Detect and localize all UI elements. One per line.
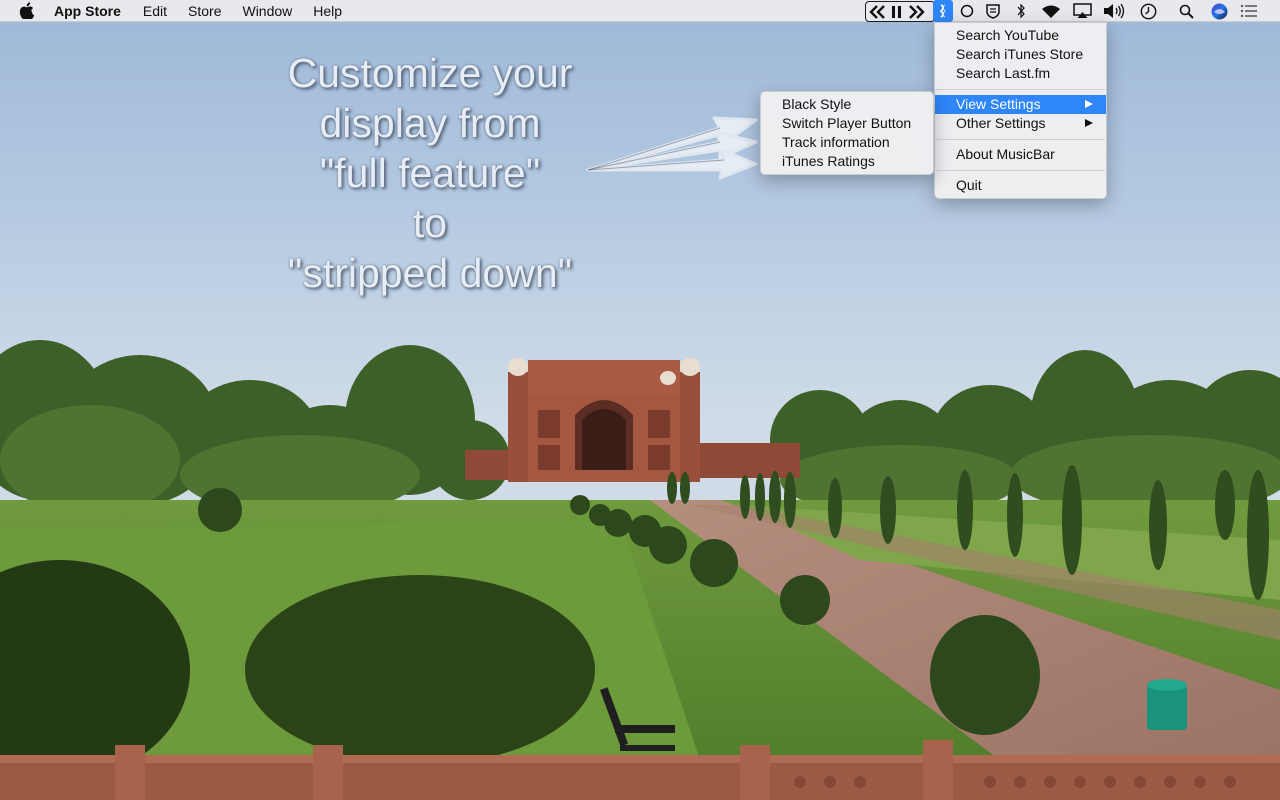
submenu-item-black-style[interactable]: Black Style xyxy=(761,95,933,114)
callout-line: display from xyxy=(319,100,541,146)
menu-item-quit[interactable]: Quit xyxy=(935,176,1106,195)
shield-icon[interactable] xyxy=(983,0,1003,22)
menu-item-search-lastfm[interactable]: Search Last.fm xyxy=(935,64,1106,83)
menu-window[interactable]: Window xyxy=(242,3,292,19)
menu-app-store[interactable]: App Store xyxy=(54,3,121,19)
callout-arrows-icon xyxy=(586,116,758,180)
spotlight-icon[interactable] xyxy=(1176,0,1196,22)
circle-icon[interactable] xyxy=(958,0,976,22)
menu-item-label: View Settings xyxy=(956,96,1041,112)
menu-item-view-settings[interactable]: View Settings xyxy=(935,95,1106,114)
volume-icon[interactable] xyxy=(1101,0,1127,22)
bluetooth-icon[interactable] xyxy=(1012,0,1030,22)
callout-line: Customize your xyxy=(287,50,573,96)
menu-item-other-settings[interactable]: Other Settings xyxy=(935,114,1106,133)
feature-callout: Customize your display from "full featur… xyxy=(270,48,590,298)
menu-item-search-itunes-store[interactable]: Search iTunes Store xyxy=(935,45,1106,64)
player-controls xyxy=(865,1,935,22)
callout-line: "stripped down" xyxy=(287,250,573,296)
wifi-icon[interactable] xyxy=(1039,0,1063,22)
callout-line: to xyxy=(412,200,448,246)
next-icon[interactable] xyxy=(907,2,925,22)
menu-item-about-musicbar[interactable]: About MusicBar xyxy=(935,145,1106,164)
menu-bar: App Store Edit Store Window Help xyxy=(0,0,1280,22)
view-settings-submenu: Black Style Switch Player Button Track i… xyxy=(760,91,934,175)
siri-icon[interactable] xyxy=(1208,0,1230,22)
menu-edit[interactable]: Edit xyxy=(143,3,167,19)
menu-store[interactable]: Store xyxy=(188,3,221,19)
submenu-arrow-icon xyxy=(1085,100,1093,108)
menu-separator xyxy=(936,170,1105,171)
musicbar-menu: Search YouTube Search iTunes Store Searc… xyxy=(934,22,1107,199)
pause-icon[interactable] xyxy=(891,2,903,22)
menu-item-search-youtube[interactable]: Search YouTube xyxy=(935,26,1106,45)
submenu-item-track-information[interactable]: Track information xyxy=(761,133,933,152)
menu-item-label: Other Settings xyxy=(956,115,1046,131)
clock-icon[interactable] xyxy=(1137,0,1159,22)
submenu-item-itunes-ratings[interactable]: iTunes Ratings xyxy=(761,152,933,171)
menu-separator xyxy=(936,139,1105,140)
apple-menu-icon[interactable] xyxy=(19,2,37,20)
musicbar-icon[interactable] xyxy=(933,0,953,22)
airplay-icon[interactable] xyxy=(1071,0,1093,22)
menu-separator xyxy=(936,89,1105,90)
callout-line: "full feature" xyxy=(319,150,541,196)
previous-icon[interactable] xyxy=(869,2,887,22)
notification-center-icon[interactable] xyxy=(1238,0,1260,22)
submenu-item-switch-player-button[interactable]: Switch Player Button xyxy=(761,114,933,133)
submenu-arrow-icon xyxy=(1085,119,1093,127)
menu-help[interactable]: Help xyxy=(313,3,342,19)
